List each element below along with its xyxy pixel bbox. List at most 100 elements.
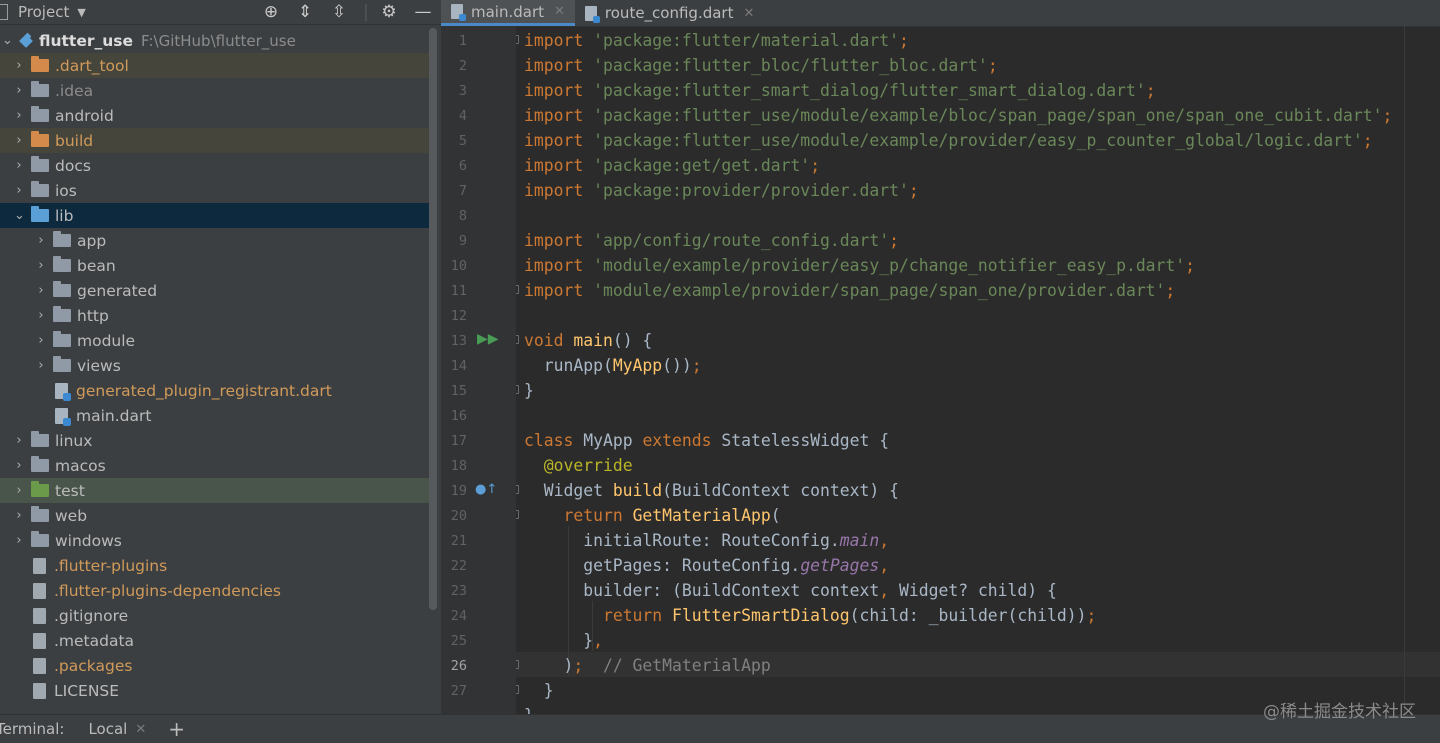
tree-item-web[interactable]: › web (0, 503, 429, 528)
code-line-28: } (524, 703, 534, 714)
chevron-right-icon[interactable]: › (36, 233, 46, 248)
close-icon[interactable]: ✕ (743, 6, 754, 21)
chevron-right-icon[interactable]: › (14, 433, 24, 448)
chevron-right-icon[interactable]: › (36, 283, 46, 298)
tree-item-flutter-plugins[interactable]: .flutter-plugins (0, 553, 429, 578)
line-number: 14 (450, 358, 467, 374)
expand-all-icon[interactable]: ⇕ (295, 2, 315, 22)
tree-item-generated[interactable]: › generated (0, 278, 429, 303)
tree-item-ios[interactable]: › ios (0, 178, 429, 203)
tab-label: main.dart (471, 2, 545, 21)
line-number: 6 (458, 158, 467, 174)
new-terminal-icon[interactable]: + (168, 717, 185, 741)
override-icon[interactable]: ●↑ (475, 482, 497, 497)
editor-gutter[interactable]: 1 2 3 4 5 6 7 8 9 10 11 12 13 14 15 16 17 18 19 20 21 22 23 24 2… (441, 26, 516, 714)
tree-item-label: test (55, 481, 85, 500)
close-icon[interactable]: ✕ (554, 4, 565, 19)
chevron-right-icon[interactable]: › (36, 358, 46, 373)
folder-icon (31, 431, 49, 447)
chevron-right-icon[interactable]: › (14, 158, 24, 173)
tree-item-label: .gitignore (54, 606, 129, 625)
chevron-right-icon[interactable]: › (14, 133, 24, 148)
chevron-right-icon[interactable]: › (14, 458, 24, 473)
tree-item-gitignore[interactable]: .gitignore (0, 603, 429, 628)
tree-item-build[interactable]: › build (0, 128, 429, 153)
chevron-down-icon[interactable]: ▼ (77, 6, 85, 19)
chevron-down-icon[interactable]: ⌄ (14, 208, 25, 223)
editor-tabs: main.dart ✕ route_config.dart ✕ (441, 0, 1440, 27)
chevron-right-icon[interactable]: › (14, 483, 24, 498)
tree-item-docs[interactable]: › docs (0, 153, 429, 178)
chevron-right-icon[interactable]: › (14, 533, 24, 548)
fold-marker[interactable] (516, 335, 519, 344)
tree-item-views[interactable]: › views (0, 353, 429, 378)
fold-marker[interactable] (516, 285, 519, 294)
tree-item-app[interactable]: › app (0, 228, 429, 253)
code-line-6: import 'package:get/get.dart'; (524, 156, 821, 175)
tree-item-label: .flutter-plugins-dependencies (54, 581, 281, 600)
chevron-right-icon[interactable]: › (36, 333, 46, 348)
close-icon[interactable]: ✕ (135, 722, 146, 737)
terminal-tab-local[interactable]: Local ✕ (88, 720, 146, 738)
tree-item-android[interactable]: › android (0, 103, 429, 128)
project-view-selector[interactable]: Project (18, 3, 69, 21)
folder-icon (31, 531, 49, 547)
tree-item-label: LICENSE (54, 681, 120, 700)
tree-item-lib[interactable]: ⌄ lib (0, 203, 429, 228)
code-editor[interactable]: import 'package:flutter/material.dart'; … (516, 26, 1440, 714)
chevron-right-icon[interactable]: › (36, 258, 46, 273)
chevron-right-icon[interactable]: › (14, 108, 24, 123)
fold-marker[interactable] (516, 685, 519, 694)
tree-item-linux[interactable]: › linux (0, 428, 429, 453)
tab-main-dart[interactable]: main.dart ✕ (441, 0, 575, 26)
gear-icon[interactable]: ⚙ (379, 2, 399, 22)
locate-icon[interactable]: ⊕ (261, 2, 281, 22)
chevron-right-icon[interactable]: › (36, 308, 46, 323)
tree-item-bean[interactable]: › bean (0, 253, 429, 278)
tree-item-packages[interactable]: .packages (0, 653, 429, 678)
code-line-10: import 'module/example/provider/easy_p/c… (524, 256, 1196, 275)
tab-route-config-dart[interactable]: route_config.dart ✕ (575, 0, 764, 26)
tree-item-flutter-plugins-dependencies[interactable]: .flutter-plugins-dependencies (0, 578, 429, 603)
chevron-right-icon[interactable]: › (14, 58, 24, 73)
fold-marker[interactable] (516, 660, 519, 669)
fold-marker[interactable] (516, 35, 519, 44)
tree-item-module[interactable]: › module (0, 328, 429, 353)
tree-item-license[interactable]: LICENSE (0, 678, 429, 703)
tree-item-metadata[interactable]: .metadata (0, 628, 429, 653)
collapse-all-icon[interactable]: ⇳ (329, 2, 349, 22)
folder-icon (53, 231, 71, 247)
tree-item-windows[interactable]: › windows (0, 528, 429, 553)
tree-item-label: generated (77, 281, 158, 300)
file-icon (33, 632, 46, 649)
tree-item-main-dart[interactable]: main.dart (0, 403, 429, 428)
tree-item-label: build (55, 131, 94, 150)
line-number: 22 (450, 558, 467, 574)
tree-item-idea[interactable]: › .idea (0, 78, 429, 103)
tree-item-macos[interactable]: › macos (0, 453, 429, 478)
dart-file-icon (55, 407, 71, 426)
chevron-right-icon[interactable]: › (14, 183, 24, 198)
fold-marker[interactable] (516, 485, 519, 494)
tree-item-http[interactable]: › http (0, 303, 429, 328)
run-icon[interactable]: ▶▶ (477, 331, 499, 347)
tree-root[interactable]: ⌄ flutter_use F:\GitHub\flutter_use (0, 28, 429, 53)
line-number: 15 (450, 383, 467, 399)
terminal-label[interactable]: Terminal: (0, 720, 64, 738)
chevron-down-icon[interactable]: ⌄ (2, 33, 13, 48)
line-number: 24 (450, 608, 467, 624)
fold-marker[interactable] (516, 510, 519, 519)
line-number: 9 (458, 233, 467, 249)
folder-icon (31, 131, 49, 147)
fold-marker[interactable] (516, 385, 519, 394)
tree-item-dart-tool[interactable]: › .dart_tool (0, 53, 429, 78)
chevron-right-icon[interactable]: › (14, 83, 24, 98)
tree-item-label: .flutter-plugins (54, 556, 168, 575)
tree-item-test[interactable]: › test (0, 478, 429, 503)
line-number: 25 (450, 633, 467, 649)
tree-item-generated-plugin-registrant[interactable]: generated_plugin_registrant.dart (0, 378, 429, 403)
project-scrollbar[interactable] (429, 28, 437, 610)
chevron-right-icon[interactable]: › (14, 508, 24, 523)
minimize-icon[interactable]: — (413, 2, 433, 22)
tree-item-label: generated_plugin_registrant.dart (76, 381, 332, 400)
